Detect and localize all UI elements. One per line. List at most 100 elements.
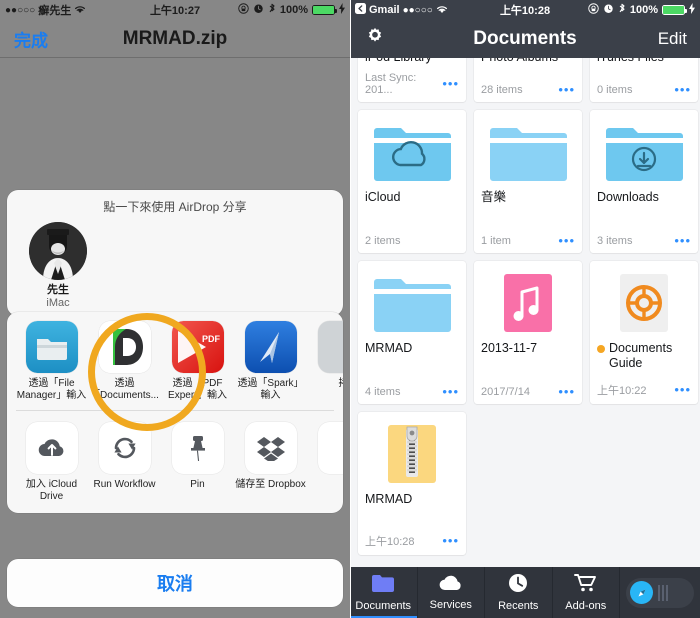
folder-icon (481, 118, 575, 186)
documents-d-icon (98, 321, 151, 373)
page-title: Documents (473, 28, 577, 49)
charging-bolt-icon (689, 3, 696, 17)
share-app-label: 拷 (307, 378, 344, 390)
tab-addons[interactable]: Add-ons (553, 567, 620, 618)
divider (16, 410, 334, 411)
file-manager-icon (25, 321, 78, 373)
share-app-pdf-expert[interactable]: PDF 透過「PDF Expert」輸入 (161, 321, 234, 402)
right-status-bar: Gmail ●●○○○ 上午10:28 100% (350, 0, 700, 20)
action-run-workflow[interactable]: Run Workflow (88, 422, 161, 491)
share-app-file-manager[interactable]: 透過「File Manager」輸入 (15, 321, 88, 402)
action-label: 儲存至 Dropbox (235, 479, 306, 490)
grid-row: MRMAD 4 items ••• 2013-11-7 2017/7/14 ••… (358, 261, 698, 404)
cart-tab-icon (573, 573, 598, 598)
grid-row: iCloud 2 items 音樂 1 item ••• Downloads 3… (358, 110, 698, 253)
item-menu-button[interactable]: ••• (674, 234, 691, 247)
tab-label: Add-ons (565, 600, 607, 612)
rotation-lock-icon (238, 3, 249, 17)
item-menu-button[interactable]: ••• (442, 385, 459, 398)
item-menu-button[interactable]: ••• (674, 83, 691, 96)
cancel-button[interactable]: 取消 (7, 559, 343, 607)
item-menu-button[interactable]: ••• (442, 77, 459, 90)
signal-strength-dots: ●●○○○ (402, 4, 433, 16)
clock-tab-icon (508, 573, 528, 598)
browser-pill[interactable] (626, 577, 694, 608)
share-actions-row[interactable]: 加入 iCloud Drive Run Workflow Pin 儲存至 Dro… (7, 413, 343, 513)
item-name: MRMAD (365, 341, 413, 355)
charging-bolt-icon (339, 3, 346, 17)
list-item[interactable]: MRMAD 4 items ••• (358, 261, 466, 404)
left-phone-panel: ●●○○○ 癬先生 上午10:27 100% 完成 MRMAD.zip 點一下來… (0, 0, 350, 618)
status-bar-clock: 上午10:28 (499, 5, 551, 17)
wifi-icon (436, 4, 448, 17)
list-item[interactable]: 2013-11-7 2017/7/14 ••• (474, 261, 582, 404)
airdrop-hint-label: 點一下來使用 AirDrop 分享 (103, 200, 247, 214)
item-name: Downloads (597, 190, 659, 204)
back-app-label[interactable]: Gmail (369, 4, 400, 16)
airdrop-card: 點一下來使用 AirDrop 分享 先生 iMac (7, 190, 343, 316)
item-name: iCloud (365, 190, 401, 204)
more-actions-icon (317, 422, 343, 474)
battery-icon (312, 5, 338, 15)
zip-icon (365, 420, 459, 488)
tab-recents[interactable]: Recents (485, 567, 553, 618)
action-save-to-dropbox[interactable]: 儲存至 Dropbox (234, 422, 307, 491)
list-item[interactable]: 音樂 1 item ••• (474, 110, 582, 253)
tab-documents[interactable]: Documents (350, 567, 418, 618)
airdrop-person[interactable]: 先生 iMac (21, 222, 95, 310)
lifesaver-icon (597, 269, 691, 337)
action-more[interactable] (307, 422, 343, 479)
wifi-icon (74, 4, 86, 17)
action-pin[interactable]: Pin (161, 422, 234, 491)
done-button[interactable]: 完成 (14, 26, 48, 51)
item-menu-button[interactable]: ••• (558, 385, 575, 398)
tab-label: Recents (498, 600, 539, 612)
bluetooth-icon (268, 3, 276, 18)
page-title: MRMAD.zip (122, 27, 228, 49)
music-note-icon (481, 269, 575, 337)
svg-text:PDF: PDF (202, 334, 221, 344)
item-name: iTunes Files (597, 58, 691, 65)
list-item[interactable]: Documents Guide 上午10:22 ••• (590, 261, 698, 404)
action-add-to-icloud-drive[interactable]: 加入 iCloud Drive (15, 422, 88, 503)
item-menu-button[interactable]: ••• (558, 234, 575, 247)
item-menu-button[interactable]: ••• (558, 83, 575, 96)
documents-grid: iPod Library Last Sync: 201... ••• Photo… (350, 58, 700, 567)
folder-tab-icon (371, 574, 395, 598)
tab-label: Services (429, 599, 472, 611)
share-app-documents[interactable]: 透過「Documents... (88, 321, 161, 402)
tab-services[interactable]: Services (418, 567, 485, 618)
rotation-lock-icon (588, 3, 599, 17)
list-item[interactable]: Downloads 3 items ••• (590, 110, 698, 253)
edit-button[interactable]: Edit (658, 29, 687, 49)
item-menu-button[interactable]: ••• (442, 534, 459, 547)
browser-button[interactable] (620, 567, 700, 618)
list-item[interactable]: Photo Albums 28 items ••• (474, 58, 582, 102)
list-item[interactable]: MRMAD 上午10:28 ••• (358, 412, 466, 555)
status-bar-clock: 上午10:27 (149, 5, 201, 17)
share-app-more[interactable]: 拷 (307, 321, 343, 390)
left-nav-bar: 完成 MRMAD.zip (0, 20, 350, 58)
share-apps-row[interactable]: 透過「File Manager」輸入 透過「Documents... PDF 透… (7, 312, 343, 408)
cancel-label: 取消 (157, 574, 193, 594)
folder-icloud-icon (365, 118, 459, 186)
share-app-spark[interactable]: 透過「Spark」輸入 (234, 321, 307, 402)
suit-avatar (29, 222, 87, 280)
back-chevron-icon[interactable] (355, 3, 366, 17)
battery-percent-label: 100% (279, 4, 309, 16)
airdrop-person-name: 先生 (47, 284, 69, 296)
item-menu-button[interactable]: ••• (674, 383, 691, 396)
bluetooth-icon (618, 3, 626, 18)
gear-icon[interactable] (364, 26, 386, 53)
left-status-bar: ●●○○○ 癬先生 上午10:27 100% (0, 0, 350, 20)
item-meta: 1 item (481, 235, 511, 247)
airdrop-people-list: 先生 iMac (7, 222, 343, 310)
item-meta: 28 items (481, 84, 523, 96)
right-nav-bar: Documents Edit (350, 20, 700, 58)
share-app-label: 透過「File Manager」輸入 (16, 378, 87, 401)
list-item[interactable]: iPod Library Last Sync: 201... ••• (358, 58, 466, 102)
list-item[interactable]: iTunes Files 0 items ••• (590, 58, 698, 102)
share-actions-card: 透過「File Manager」輸入 透過「Documents... PDF 透… (7, 312, 343, 513)
cloud-tab-icon (438, 574, 464, 597)
list-item[interactable]: iCloud 2 items (358, 110, 466, 253)
